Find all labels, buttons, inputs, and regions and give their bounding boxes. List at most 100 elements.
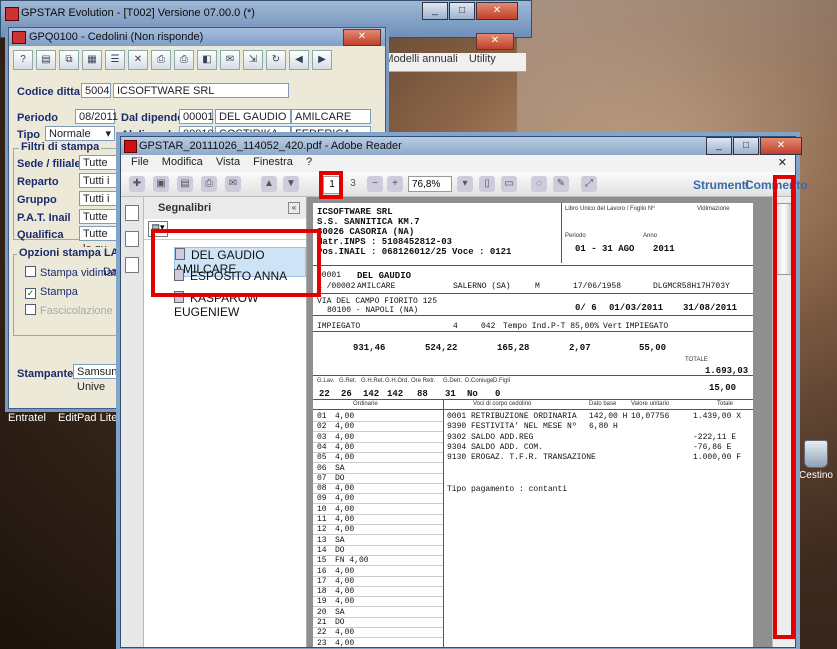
collapse-icon[interactable]: « [288,202,300,214]
inner-close-button[interactable]: ✕ [476,33,514,50]
sede-select[interactable]: Tutte le se [79,155,121,184]
day-hours: 4,00 [335,628,355,638]
stampa-checkbox[interactable]: ✓ Stampa [25,286,78,299]
reparto-select[interactable]: Tutti i repa [79,173,121,202]
help-icon[interactable]: ? [13,50,33,70]
tipo-label: Tipo [17,129,41,141]
periodo-label-doc: Periodo [565,233,586,239]
day-line [313,503,443,505]
dal-code-field[interactable]: 00001 [179,109,214,124]
row-line [313,409,753,410]
stat-value: 31 [445,389,456,399]
fit-page-icon[interactable]: ▯ [479,176,495,192]
recycle-bin[interactable]: Cestino [797,440,835,481]
day-hours: 4,00 [335,597,355,607]
day-number: 01 [317,412,327,421]
codice-ditta-code[interactable]: 5004 [81,83,111,98]
taskbar-entratel[interactable]: Entratel [8,412,46,424]
pos-inail: Pos.INAIL : 068126012/25 Voce : 0121 [317,247,512,257]
maximize-button[interactable]: □ [733,137,759,155]
attachment-icon[interactable] [125,257,139,273]
expand-icon[interactable]: ⤢ [581,176,597,192]
maximize-button[interactable]: □ [449,2,475,20]
day-line [313,637,443,639]
scatti: 165,28 [497,343,530,353]
grid-icon[interactable]: ▦ [82,50,102,70]
day-line [313,534,443,536]
menu-modifica[interactable]: Modifica [162,156,203,168]
strumenti-button[interactable]: Strumenti [693,178,749,192]
navigation-pane-strip [121,197,144,647]
terzo-elemento: 2,07 [569,343,591,353]
dialog-close-button[interactable]: ✕ [343,29,381,46]
mail-icon[interactable]: ✉ [220,50,240,70]
gruppo-select[interactable]: Tutti i grup [79,191,121,220]
qualifica-select[interactable]: Tutte le qu [79,226,121,255]
save-icon[interactable]: ▤ [177,176,193,192]
close-button[interactable]: ✕ [760,137,802,155]
day-line [313,616,443,618]
close-button[interactable]: ✕ [476,2,518,20]
refresh-icon[interactable]: ↻ [266,50,286,70]
fascicolazione-checkbox[interactable]: Fascicolazione [25,304,113,317]
menu-vista[interactable]: Vista [216,156,240,168]
taskbar-editpad[interactable]: EditPad Lite [58,412,117,424]
create-pdf-icon[interactable]: ✚ [129,176,145,192]
export-icon[interactable]: ⇲ [243,50,263,70]
day-number: 13 [317,535,327,545]
fascicolazione-label: Fascicolazione [40,305,113,317]
stat-label: D.Figli [493,378,511,384]
print-icon[interactable]: ⎙ [174,50,194,70]
print-icon[interactable]: ⎙ [201,176,217,192]
cancel-icon[interactable]: ✕ [128,50,148,70]
mail-icon[interactable]: ✉ [225,176,241,192]
app-icon [12,31,26,44]
dialog-title: GPQ0100 - Cedolini (Non risponde) [29,31,204,43]
menu-help[interactable]: ? [306,156,312,168]
comment-icon[interactable]: ◌ [531,176,547,192]
zoom-in-icon[interactable]: + [387,176,403,192]
open-icon[interactable]: ▣ [153,176,169,192]
menu-modelli-annuali[interactable]: Modelli annuali [384,53,457,65]
menu-file[interactable]: File [131,156,149,168]
copy-icon[interactable]: ⧉ [59,50,79,70]
payslip-page: ICSOFTWARE SRL S.S. SANNITICA KM.7 80026… [313,203,753,647]
next-icon[interactable]: ▶ [312,50,332,70]
pages-icon[interactable] [125,205,139,221]
periodo-field[interactable]: 08/2011 [75,109,118,124]
menu-finestra[interactable]: Finestra [253,156,293,168]
gpstar-menubar: A Modelli annuali Utility [366,53,526,72]
day-hours: 4,00 [335,515,355,524]
day-number: 18 [317,587,327,597]
document-area[interactable]: ICSOFTWARE SRL S.S. SANNITICA KM.7 80026… [307,197,773,647]
voce-desc: 9304 SALDO ADD. COM. [447,442,544,452]
inizio-rapporto: 01/03/2011 [609,303,664,313]
day-hours: 4,00 [335,494,355,504]
prev-icon[interactable]: ◀ [289,50,309,70]
row-line [313,399,753,400]
voce-desc: 9130 EROGAZ. T.F.R. TRANSAZIONE [447,453,596,463]
next-page-icon[interactable]: ▼ [283,176,299,192]
stampante-select[interactable]: Samsung Unive [73,364,123,393]
highlight-icon[interactable]: ✎ [553,176,569,192]
reparto-label: Reparto [17,176,59,188]
day-number: 04 [317,442,327,452]
new-icon[interactable]: ▤ [36,50,56,70]
bookmark-icon[interactable] [125,231,139,247]
dal-surname: DEL GAUDIO [215,109,291,124]
zoom-out-icon[interactable]: − [367,176,383,192]
minimize-button[interactable]: _ [422,2,448,20]
fit-width-icon[interactable]: ▭ [501,176,517,192]
menu-utility[interactable]: Utility [469,53,496,65]
list-icon[interactable]: ☰ [105,50,125,70]
preview-icon[interactable]: ⎙ [151,50,171,70]
pat-select[interactable]: Tutte le po [79,209,121,238]
pdf-icon[interactable]: ◧ [197,50,217,70]
prev-page-icon[interactable]: ▲ [261,176,277,192]
zoom-select[interactable]: 76,8% [408,176,452,192]
document-close-icon[interactable]: ✕ [778,156,787,169]
column-divider [443,399,444,647]
minimize-button[interactable]: _ [706,137,732,155]
zoom-dropdown-icon[interactable]: ▾ [457,176,473,192]
tipo-select[interactable]: Normale ▾ [45,126,115,141]
